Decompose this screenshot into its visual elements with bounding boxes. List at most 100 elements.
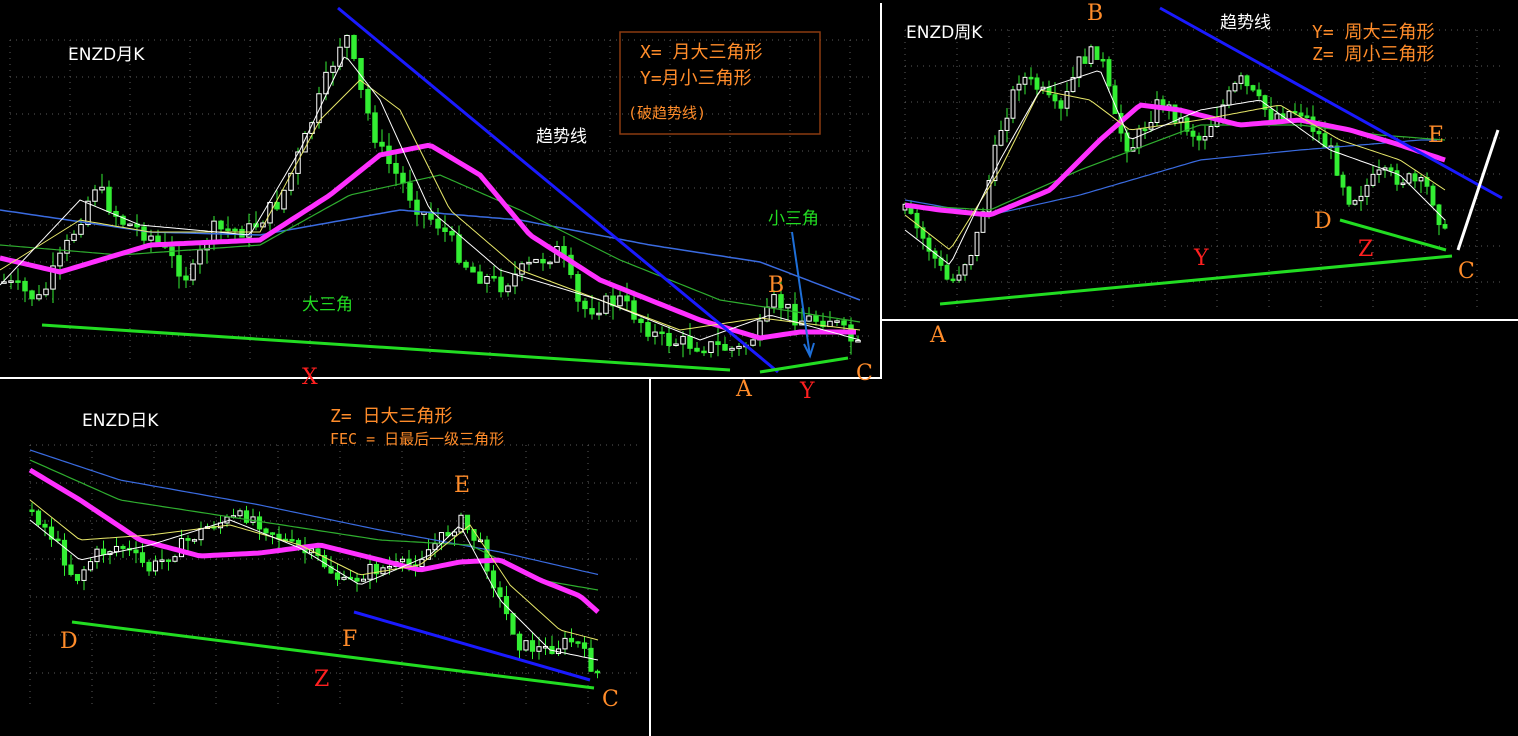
weekly-candle-body	[1004, 117, 1010, 131]
daily-candle-body	[133, 549, 139, 554]
daily-candle-body	[61, 539, 68, 566]
monthly-candle-body	[512, 273, 518, 287]
monthly-candle-body	[239, 228, 245, 238]
weekly-candle-body	[1394, 170, 1400, 185]
monthly-candle-body	[477, 271, 483, 284]
monthly-candle-body	[43, 288, 49, 296]
monthly-candle-body	[701, 350, 707, 354]
weekly-candle-body	[1154, 99, 1160, 123]
monthly-candle-body	[176, 255, 182, 277]
weekly-candle-body	[1100, 58, 1106, 62]
monthly-candle-body	[841, 320, 847, 326]
weekly-candle-body	[1304, 115, 1310, 118]
weekly-legend-z: Z= 周小三角形	[1312, 44, 1435, 65]
daily-candle-body	[185, 538, 191, 541]
weekly-candle-body	[1106, 59, 1112, 87]
daily-candle-body	[594, 670, 601, 674]
daily-candle-body	[516, 633, 523, 651]
monthly-small-triangle-label: 小三角	[768, 209, 819, 229]
monthly-candle-body	[316, 93, 322, 124]
daily-candle-body	[536, 646, 542, 652]
monthly-legend-x: X= 月大三角形	[640, 42, 763, 63]
monthly-ma-white	[0, 56, 861, 341]
weekly-candle-body	[1226, 90, 1232, 106]
monthly-candle-body	[456, 234, 462, 263]
weekly-candle-body	[950, 278, 956, 282]
weekly-candle-body	[1406, 173, 1412, 184]
daily-candle-body	[256, 516, 263, 530]
weekly-candle-body	[1064, 91, 1070, 109]
monthly-candle-body	[197, 249, 203, 265]
daily-candle-body	[29, 509, 35, 512]
monthly-candle-body	[680, 335, 686, 345]
weekly-point-a: A	[929, 323, 947, 348]
monthly-candle-body	[582, 300, 588, 310]
weekly-candle-body	[1364, 184, 1370, 197]
weekly-candle-body	[1250, 85, 1256, 91]
daily-candle-body	[172, 556, 178, 562]
monthly-candle-body	[806, 315, 812, 322]
daily-candle-body	[250, 516, 256, 523]
daily-point-c: C	[602, 687, 619, 712]
monthly-point-x: X	[302, 365, 318, 390]
monthly-candle-body	[596, 312, 602, 316]
weekly-candle-body	[944, 264, 950, 280]
monthly-ma-green	[0, 174, 861, 323]
weekly-point-d: D	[1314, 209, 1332, 234]
monthly-candle-body	[638, 318, 644, 324]
monthly-candle-body	[694, 347, 700, 352]
weekly-candle-body	[1256, 89, 1262, 97]
monthly-candle-body	[99, 186, 105, 191]
monthly-candle-body	[323, 71, 329, 95]
monthly-candle-body	[785, 303, 791, 309]
monthly-candle-body	[498, 276, 504, 293]
daily-candle-body	[165, 559, 172, 562]
monthly-candle-body	[57, 252, 63, 267]
daily-point-e: E	[454, 473, 470, 498]
monthly-candle-body	[365, 88, 371, 114]
daily-candle-body	[497, 587, 503, 598]
monthly-candle-body	[393, 162, 399, 174]
monthly-big-triangle-line	[41, 323, 731, 372]
weekly-candle-body	[1358, 195, 1364, 202]
monthly-candle-body	[127, 223, 133, 227]
daily-candle-body	[386, 566, 393, 569]
monthly-candle-body	[491, 276, 497, 279]
monthly-candle-body	[575, 274, 581, 302]
monthly-point-c: C	[856, 361, 873, 386]
monthly-candle-body	[617, 295, 623, 307]
monthly-candle-body	[484, 276, 490, 284]
weekly-candle-body	[1334, 145, 1340, 176]
monthly-candle-body	[225, 228, 231, 231]
monthly-candle-body	[442, 227, 448, 232]
monthly-title: ENZD月K	[68, 45, 145, 65]
daily-lower-line	[71, 620, 595, 690]
weekly-candle-body	[1052, 94, 1058, 102]
monthly-candle-body	[22, 280, 28, 292]
weekly-candle-body	[1418, 177, 1424, 182]
weekly-candle-body	[1388, 167, 1394, 172]
daily-candle-body	[341, 576, 347, 580]
monthly-candle-body	[106, 186, 112, 213]
monthly-candle-body	[624, 295, 630, 302]
monthly-candle-body	[29, 290, 35, 300]
weekly-candle-body	[1088, 46, 1094, 64]
moving-averages	[0, 56, 1446, 661]
daily-upper-line	[353, 610, 591, 682]
weekly-candle-body	[968, 255, 974, 266]
monthly-candle-body	[750, 339, 756, 346]
daily-candle-body	[575, 641, 581, 644]
weekly-candle-body	[1238, 75, 1244, 84]
weekly-candle-body	[1370, 173, 1376, 186]
weekly-candle-body	[1058, 100, 1064, 109]
daily-candle-body	[367, 563, 373, 580]
weekly-candle-body	[1034, 77, 1040, 90]
weekly-candle-body	[1322, 133, 1328, 148]
daily-candle-body	[562, 637, 568, 650]
monthly-panel: ENZD月K X= 月大三角形 Y=月小三角形 (破趋势线) 趋势线 小三角 大…	[41, 6, 873, 404]
daily-candle-body	[263, 528, 269, 534]
monthly-candle-body	[736, 345, 742, 349]
daily-candle-body	[269, 532, 276, 535]
monthly-candle-body	[729, 347, 735, 351]
daily-candle-body	[399, 558, 406, 563]
